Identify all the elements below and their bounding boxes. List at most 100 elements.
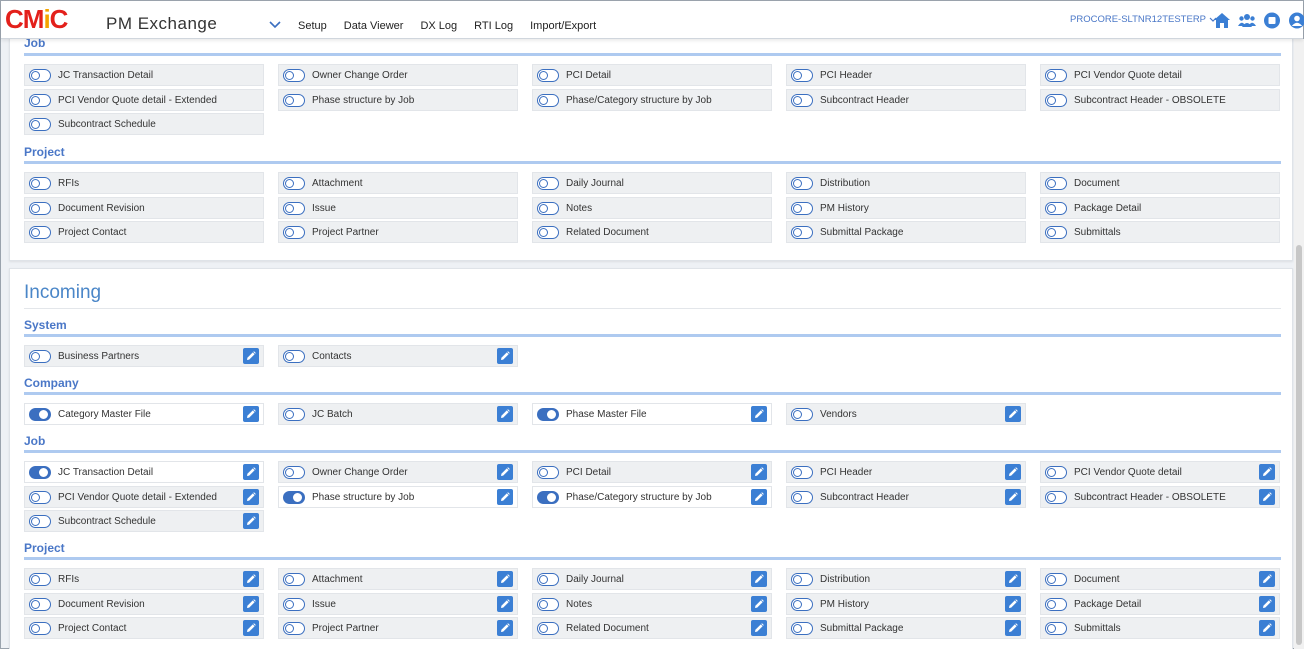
home-icon[interactable] <box>1213 12 1231 29</box>
edit-button[interactable] <box>1259 571 1275 587</box>
toggle-switch-off[interactable] <box>791 226 813 240</box>
toggle-switch-off[interactable] <box>791 93 813 107</box>
toggle-switch-off[interactable] <box>791 622 813 636</box>
nav-rti-log[interactable]: RTI Log <box>474 20 513 32</box>
nav-data-viewer[interactable]: Data Viewer <box>344 20 404 32</box>
toggle-switch-off[interactable] <box>1045 201 1067 215</box>
edit-button[interactable] <box>1005 406 1021 422</box>
toggle-switch-off[interactable] <box>537 466 559 479</box>
org-selector[interactable]: PROCORE-SLTNR12TESTERP <box>1070 14 1217 25</box>
toggle-switch-off[interactable] <box>283 93 305 107</box>
toggle-switch-off[interactable] <box>537 201 559 215</box>
edit-button[interactable] <box>1005 620 1021 637</box>
edit-button[interactable] <box>497 488 513 505</box>
toggle-switch-off[interactable] <box>1045 226 1067 240</box>
edit-button[interactable] <box>1259 620 1275 637</box>
toggle-switch-off[interactable] <box>1045 622 1067 636</box>
toggle-switch-off[interactable] <box>29 515 51 529</box>
toggle-switch-off[interactable] <box>283 201 305 215</box>
edit-button[interactable] <box>1005 595 1021 612</box>
edit-button[interactable] <box>1005 464 1021 480</box>
toggle-switch-off[interactable] <box>29 69 51 82</box>
toggle-switch-off[interactable] <box>29 350 51 363</box>
toggle-switch-off[interactable] <box>1045 597 1067 611</box>
toggle-switch-off[interactable] <box>283 622 305 636</box>
nav-setup[interactable]: Setup <box>298 20 327 32</box>
toggle-switch-off[interactable] <box>283 350 305 363</box>
toggle-switch-off[interactable] <box>791 597 813 611</box>
toggle-switch-off[interactable] <box>791 573 813 586</box>
edit-button[interactable] <box>243 406 259 422</box>
toggle-switch-off[interactable] <box>29 597 51 611</box>
toggle-switch-off[interactable] <box>1045 177 1067 190</box>
stop-icon[interactable] <box>1263 12 1281 29</box>
toggle-switch-off[interactable] <box>537 93 559 107</box>
toggle-switch-off[interactable] <box>29 573 51 586</box>
edit-button[interactable] <box>243 488 259 505</box>
edit-button[interactable] <box>751 620 767 637</box>
toggle-switch-off[interactable] <box>283 226 305 240</box>
toggle-switch-off[interactable] <box>29 201 51 215</box>
edit-button[interactable] <box>497 620 513 637</box>
toggle-switch-off[interactable] <box>29 177 51 190</box>
edit-button[interactable] <box>497 571 513 587</box>
edit-button[interactable] <box>243 620 259 637</box>
edit-button[interactable] <box>1005 488 1021 505</box>
toggle-switch-off[interactable] <box>791 490 813 504</box>
toggle-switch-off[interactable] <box>1045 573 1067 586</box>
users-icon[interactable] <box>1238 12 1256 29</box>
toggle-switch-off[interactable] <box>29 93 51 107</box>
toggle-switch-off[interactable] <box>537 597 559 611</box>
scrollbar-thumb[interactable] <box>1296 245 1302 645</box>
edit-button[interactable] <box>497 595 513 612</box>
edit-button[interactable] <box>243 571 259 587</box>
edit-button[interactable] <box>497 348 513 364</box>
toggle-switch-off[interactable] <box>791 408 813 421</box>
toggle-switch-on[interactable] <box>29 408 51 421</box>
cmic-logo[interactable]: CMiC <box>5 5 68 33</box>
edit-button[interactable] <box>1259 464 1275 480</box>
toggle-switch-on[interactable] <box>29 466 51 479</box>
edit-button[interactable] <box>1005 571 1021 587</box>
edit-button[interactable] <box>1259 595 1275 612</box>
edit-button[interactable] <box>751 488 767 505</box>
edit-button[interactable] <box>751 464 767 480</box>
edit-button[interactable] <box>751 595 767 612</box>
toggle-switch-off[interactable] <box>791 201 813 215</box>
edit-button[interactable] <box>243 513 259 530</box>
toggle-switch-off[interactable] <box>1045 69 1067 82</box>
nav-import-export[interactable]: Import/Export <box>530 20 596 32</box>
toggle-switch-on[interactable] <box>537 490 559 504</box>
edit-button[interactable] <box>497 464 513 480</box>
edit-button[interactable] <box>1259 488 1275 505</box>
toggle-switch-off[interactable] <box>283 177 305 190</box>
toggle-switch-off[interactable] <box>1045 93 1067 107</box>
toggle-switch-on[interactable] <box>283 490 305 504</box>
user-icon[interactable] <box>1288 12 1304 29</box>
toggle-switch-off[interactable] <box>283 408 305 421</box>
edit-button[interactable] <box>243 348 259 364</box>
toggle-switch-off[interactable] <box>283 69 305 82</box>
toggle-switch-off[interactable] <box>537 226 559 240</box>
toggle-switch-off[interactable] <box>29 226 51 240</box>
toggle-switch-off[interactable] <box>283 597 305 611</box>
toggle-switch-off[interactable] <box>537 177 559 190</box>
toggle-switch-off[interactable] <box>1045 466 1067 479</box>
toggle-switch-off[interactable] <box>791 69 813 82</box>
vertical-scrollbar[interactable] <box>1294 39 1304 649</box>
toggle-switch-off[interactable] <box>1045 490 1067 504</box>
edit-button[interactable] <box>751 406 767 422</box>
edit-button[interactable] <box>497 406 513 422</box>
toggle-switch-on[interactable] <box>537 408 559 421</box>
toggle-switch-off[interactable] <box>791 466 813 479</box>
toggle-switch-off[interactable] <box>537 69 559 82</box>
toggle-switch-off[interactable] <box>29 490 51 504</box>
toggle-switch-off[interactable] <box>537 622 559 636</box>
toggle-switch-off[interactable] <box>283 573 305 586</box>
toggle-switch-off[interactable] <box>791 177 813 190</box>
chevron-down-icon[interactable] <box>269 20 281 30</box>
edit-button[interactable] <box>243 595 259 612</box>
toggle-switch-off[interactable] <box>29 622 51 636</box>
edit-button[interactable] <box>243 464 259 480</box>
edit-button[interactable] <box>751 571 767 587</box>
